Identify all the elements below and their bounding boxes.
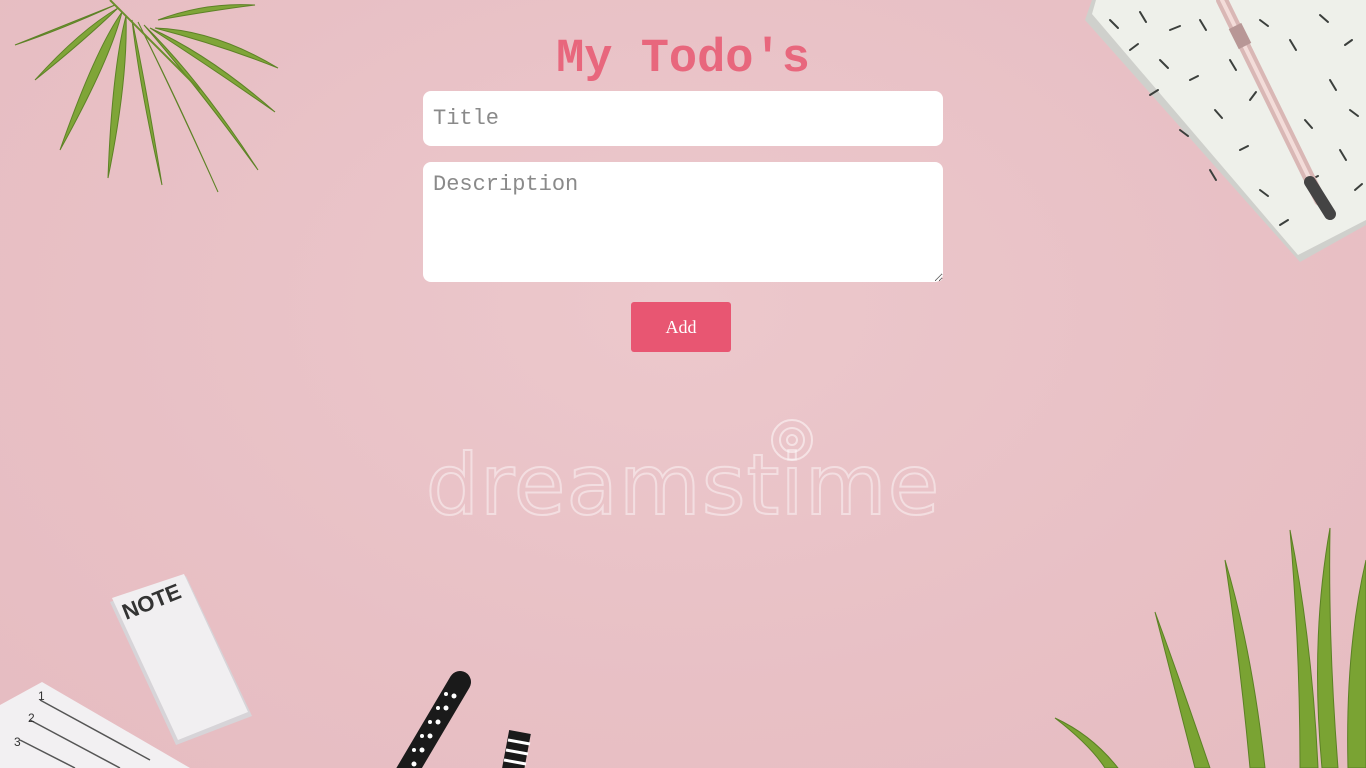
add-button[interactable]: Add [631, 302, 731, 352]
title-input[interactable] [423, 91, 943, 146]
todo-app: My Todo's Add [0, 0, 1366, 768]
description-input[interactable] [423, 162, 943, 282]
page-title: My Todo's [556, 33, 810, 86]
